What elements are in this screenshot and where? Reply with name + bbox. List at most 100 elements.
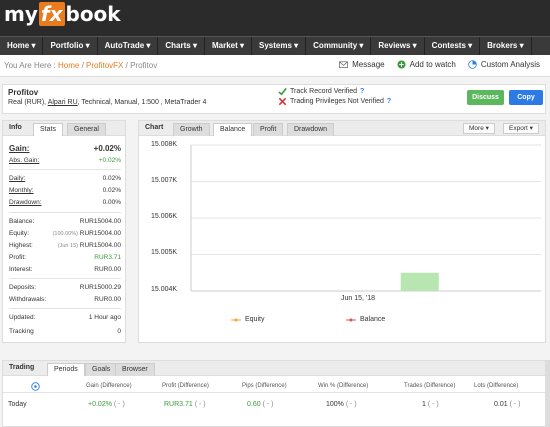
checkmark-icon [278,87,287,96]
tracking-value: 0 [117,328,121,335]
myfxbook-logo[interactable]: my fx book [4,2,121,26]
equity-row: Equity: (100.00%) RUR15004.00 [9,230,121,240]
broker-link[interactable]: Alpari RU [48,99,78,106]
today-win: 100% ( - ) [326,401,357,408]
today-trades-value: 1 [422,401,426,408]
tab-growth[interactable]: Growth [173,123,210,136]
top-bar: my fx book [0,0,550,36]
info-title: Info [9,124,22,131]
nav-reviews[interactable]: Reviews ▾ [371,37,425,55]
y-tick-label: 15.008K [151,141,178,148]
today-pips: 0.60 ( - ) [247,401,273,408]
abs-gain-value: +0.02% [98,157,121,164]
divider [9,308,121,309]
monthly-label: Monthly: [9,187,34,194]
trading-panel: Trading Periods Goals Browser [2,360,546,427]
add-to-watch-link[interactable]: Add to watch [397,60,456,69]
deposits-value: RUR15000.29 [79,284,121,291]
col-trades: Trades (Difference) [404,383,456,389]
custom-analysis-label: Custom Analysis [480,60,540,69]
divider [3,392,545,393]
track-record-label: Track Record Verified [290,88,358,95]
tab-balance[interactable]: Balance [213,123,253,136]
today-trades: 1 ( - ) [422,401,439,408]
interest-label: Interest: [9,266,33,273]
plus-circle-icon [397,60,406,69]
account-description: Real (RUR), Alpari RU, Technical, Manual… [8,99,206,106]
track-record-status: Track Record Verified ? [278,87,364,96]
updated-value: 1 Hour ago [88,314,121,321]
breadcrumb-parent[interactable]: ProfitovFX [86,61,123,70]
breadcrumb-sep: / [125,61,128,70]
breadcrumb-bar: You Are Here : Home / ProfitovFX / Profi… [0,55,550,77]
main-nav: Home ▾ Portfolio ▾ AutoTrade ▾ Charts ▾ … [0,36,550,55]
tab-stats[interactable]: Stats [33,123,63,136]
highest-row: Highest: (Jun 15) RUR15004.00 [9,242,121,252]
nav-contests[interactable]: Contests ▾ [425,37,481,55]
info-icon[interactable] [31,382,40,391]
abs-gain-label: Abs. Gain: [9,157,40,164]
chart-bars [400,272,439,291]
today-gain: +0.02% ( - ) [88,401,125,408]
equity-legend-icon [231,318,241,321]
trading-privileges-status: Trading Privileges Not Verified ? [278,97,391,106]
discuss-button[interactable]: Discuss [467,90,504,105]
gain-value: +0.02% [93,144,121,153]
highest-date: (Jun 15) [57,243,78,249]
copy-button[interactable]: Copy [509,90,543,105]
tracking-row: Tracking 0 [9,328,121,338]
gain-row: Gain: +0.02% [9,144,121,154]
account-header: Profitov Real (RUR), Alpari RU, Technica… [2,84,546,114]
col-profit: Profit (Difference) [162,383,209,389]
more-dropdown[interactable]: More ▾ [463,123,495,134]
export-dropdown[interactable]: Export ▾ [503,123,539,134]
nav-home[interactable]: Home ▾ [0,37,44,55]
legend-equity-label: Equity [245,316,265,323]
tab-general[interactable]: General [67,123,106,136]
updated-row: Updated: 1 Hour ago [9,314,121,324]
tab-profit[interactable]: Profit [253,123,284,136]
nav-charts[interactable]: Charts ▾ [158,37,205,55]
withdrawals-value: RUR0.00 [94,296,121,303]
legend-balance[interactable]: Balance [346,316,385,323]
tracking-label: Tracking [9,328,34,335]
tab-periods[interactable]: Periods [47,363,85,376]
balance-row: Balance: RUR15004.00 [9,218,121,228]
nav-brokers[interactable]: Brokers ▾ [480,37,532,55]
tab-goals[interactable]: Goals [85,363,118,376]
today-profit-value: RUR3.71 [164,401,193,408]
today-gain-value: +0.02% [88,401,112,408]
chart-grid [190,144,541,292]
nav-systems[interactable]: Systems ▾ [252,37,307,55]
chart-panel-header: Chart Growth Balance Profit Drawdown Mor… [139,121,545,136]
account-desc-suffix: , Technical, Manual, 1:500 , MetaTrader … [77,99,207,106]
nav-portfolio[interactable]: Portfolio ▾ [43,37,98,55]
nav-community[interactable]: Community ▾ [306,37,372,55]
envelope-icon [339,61,349,69]
today-lots: 0.01 ( - ) [494,401,520,408]
balance-label: Balance: [9,218,35,225]
help-icon[interactable]: ? [387,98,391,105]
scrollbar[interactable] [545,360,550,427]
breadcrumb-home[interactable]: Home [58,61,79,70]
nav-market[interactable]: Market ▾ [205,37,252,55]
equity-pct: (100.00%) [52,231,78,237]
balance-chart [190,144,541,292]
balance-bar[interactable] [400,272,439,291]
y-tick-label: 15.006K [151,213,178,220]
today-lots-value: 0.01 [494,401,508,408]
equity-label: Equity: [9,230,29,237]
daily-row: Daily: 0.02% [9,175,121,185]
daily-label: Daily: [9,175,26,182]
message-link[interactable]: Message [339,60,385,69]
cross-icon [278,97,287,106]
nav-autotrade[interactable]: AutoTrade ▾ [98,37,159,55]
tab-drawdown[interactable]: Drawdown [287,123,335,136]
account-name: Profitov [8,88,39,97]
custom-analysis-link[interactable]: Custom Analysis [468,60,540,69]
today-trades-diff: ( - ) [427,401,439,408]
tab-browser[interactable]: Browser [115,363,155,376]
help-icon[interactable]: ? [360,88,364,95]
legend-equity[interactable]: Equity [231,316,264,323]
y-tick-label: 15.007K [151,177,178,184]
